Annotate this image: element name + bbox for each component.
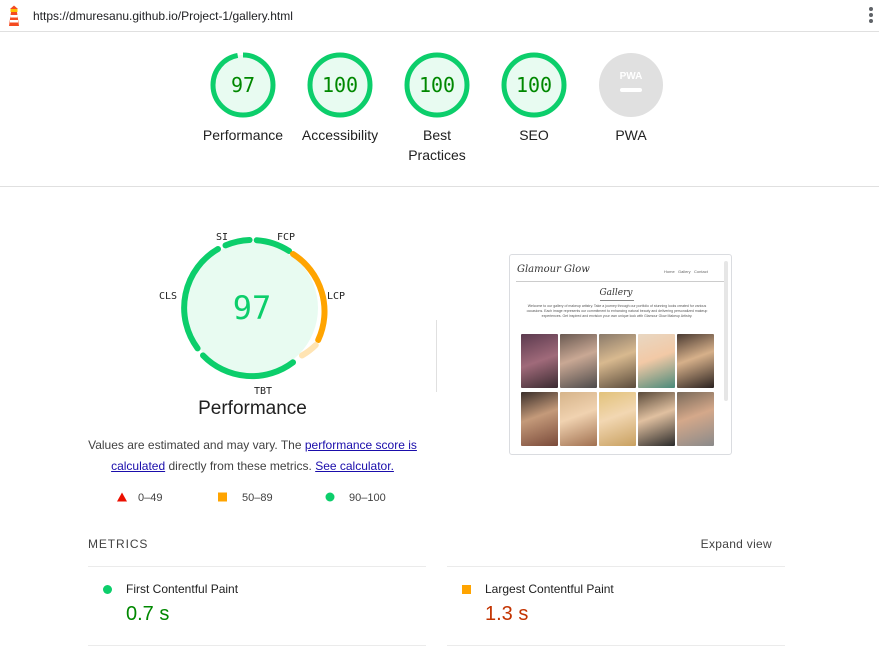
- photo-tile: [521, 334, 558, 388]
- gauge-label: PWA: [615, 127, 647, 143]
- screenshot-rule: [516, 281, 725, 282]
- gauge-seo[interactable]: 100 SEO: [484, 52, 584, 145]
- metric-largest-contentful-paint[interactable]: Largest Contentful Paint 1.3 s: [447, 566, 785, 646]
- gauge-label: Accessibility: [301, 127, 379, 143]
- legend-fail: 0–49: [117, 492, 162, 504]
- photo-tile: [677, 392, 714, 446]
- screenshot-scrollbar: [724, 261, 728, 401]
- label-cls: CLS: [159, 291, 177, 302]
- photo-tile: [521, 392, 558, 446]
- page-url[interactable]: https://dmuresanu.github.io/Project-1/ga…: [33, 9, 293, 23]
- legend-range: 90–100: [349, 492, 386, 504]
- gauge-pwa[interactable]: PWA PWA: [581, 52, 681, 145]
- metric-value: 1.3 s: [485, 603, 529, 625]
- label-tbt: TBT: [254, 386, 272, 397]
- score-gauges: 97 Performance 100 Accessibility 100 Bes…: [0, 32, 879, 187]
- gauge-label: Performance: [202, 127, 284, 143]
- gauge-best-practices[interactable]: 100 Best Practices: [387, 52, 487, 165]
- performance-score: 97: [233, 289, 272, 327]
- metric-name: First Contentful Paint: [126, 582, 239, 596]
- gauge-score: 97: [231, 73, 255, 97]
- pwa-badge-icon: PWA: [599, 53, 663, 117]
- gauge-score: 100: [516, 73, 552, 97]
- note-text: Values are estimated and may vary. The: [88, 438, 305, 452]
- triangle-icon: [117, 492, 127, 502]
- legend-range: 50–89: [242, 492, 273, 504]
- gauge-ring: 100: [404, 52, 470, 118]
- browser-bar: https://dmuresanu.github.io/Project-1/ga…: [0, 0, 879, 32]
- photo-tile: [638, 392, 675, 446]
- photo-tile: [560, 334, 597, 388]
- metrics-heading: METRICS: [88, 537, 149, 551]
- screenshot-heading: Gallery: [599, 288, 633, 298]
- legend-average: 50–89: [218, 492, 273, 504]
- label-si: SI: [216, 232, 228, 243]
- gauge-label: SEO: [519, 127, 549, 143]
- square-icon: [218, 492, 227, 502]
- gauge-ring: 100: [307, 52, 373, 118]
- metric-first-contentful-paint[interactable]: First Contentful Paint 0.7 s: [88, 566, 426, 646]
- gauge-score: 100: [322, 73, 358, 97]
- screenshot-description: Welcome to our gallery of makeup artistr…: [526, 304, 708, 318]
- performance-note: Values are estimated and may vary. The p…: [80, 435, 425, 477]
- photo-tile: [599, 334, 636, 388]
- circle-icon: [103, 585, 112, 594]
- pwa-badge-text: PWA: [620, 71, 643, 82]
- gauge-ring: 97: [210, 52, 276, 118]
- see-calculator-link[interactable]: See calculator.: [315, 459, 394, 473]
- metric-name: Largest Contentful Paint: [485, 582, 614, 596]
- photo-tile: [677, 334, 714, 388]
- circle-icon: [325, 492, 335, 502]
- vertical-divider: [436, 320, 437, 392]
- lighthouse-icon: [9, 5, 19, 26]
- kebab-menu-icon[interactable]: [867, 6, 875, 26]
- label-lcp: LCP: [327, 291, 345, 302]
- performance-gauge: 97 SI FCP LCP TBT CLS: [159, 232, 345, 397]
- photo-tile: [638, 334, 675, 388]
- performance-title: Performance: [198, 398, 307, 419]
- gauge-accessibility[interactable]: 100 Accessibility: [290, 52, 390, 145]
- screenshot-nav-item: Contact: [694, 269, 708, 274]
- photo-tile: [599, 392, 636, 446]
- label-fcp: FCP: [277, 232, 295, 243]
- screenshot-brand: Glamour Glow: [517, 264, 590, 275]
- square-icon: [462, 585, 471, 594]
- screenshot-nav-item: Home: [664, 269, 675, 274]
- legend-range: 0–49: [138, 492, 163, 504]
- expand-view-button[interactable]: Expand view: [701, 537, 772, 551]
- screenshot-nav-item: Gallery: [678, 269, 691, 274]
- metric-value: 0.7 s: [126, 603, 170, 625]
- gauge-performance[interactable]: 97 Performance: [193, 52, 293, 145]
- legend-pass: 90–100: [325, 492, 386, 504]
- note-text: directly from these metrics.: [165, 459, 316, 473]
- screenshot-nav: Home Gallery Contact: [664, 269, 708, 274]
- gauge-label: Best Practices: [408, 127, 466, 163]
- screenshot-heading-rule: [600, 300, 634, 301]
- gauge-ring: 100: [501, 52, 567, 118]
- final-screenshot[interactable]: Glamour Glow Home Gallery Contact Galler…: [509, 254, 732, 455]
- gauge-score: 100: [419, 73, 455, 97]
- photo-tile: [560, 392, 597, 446]
